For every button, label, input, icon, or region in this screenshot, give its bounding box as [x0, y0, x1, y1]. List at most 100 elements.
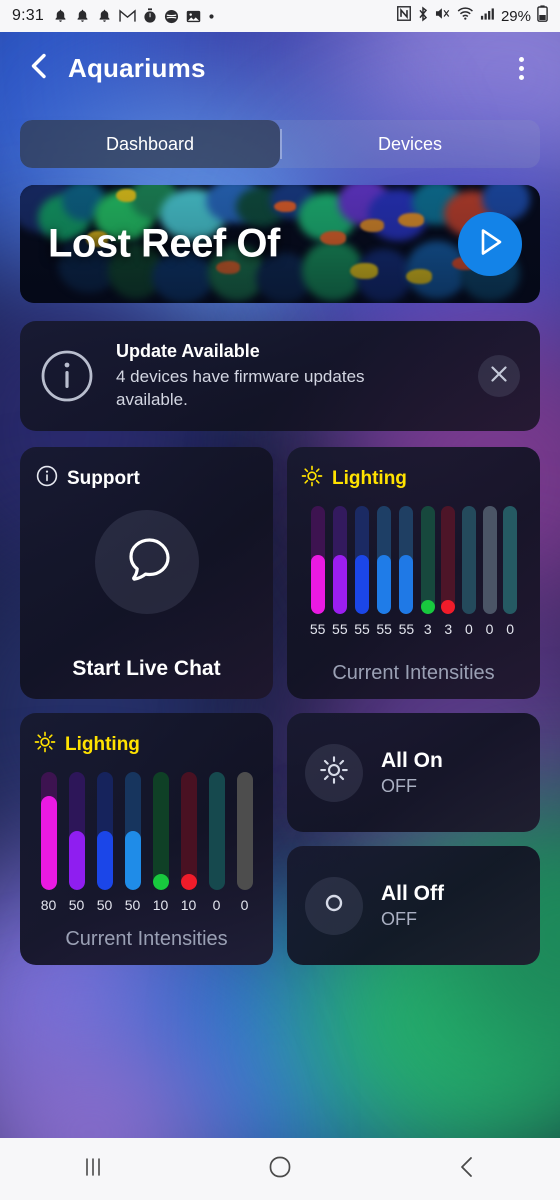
page-title: Aquariums [68, 52, 206, 83]
close-button[interactable] [478, 355, 520, 397]
all-off-card[interactable]: All Off OFF [287, 846, 540, 965]
intensity-track [236, 772, 253, 890]
lighting-card-top[interactable]: Lighting 55 55 55 55 55 3 3 0 0 0 Current Intensi… [287, 447, 540, 699]
all-off-text: All Off OFF [381, 882, 444, 930]
intensity-knob [209, 874, 225, 890]
home-button[interactable] [240, 1138, 320, 1200]
intensity-channel[interactable]: 55 [309, 506, 326, 637]
intensity-track [399, 506, 414, 614]
battery-icon [537, 5, 548, 27]
all-on-card[interactable]: All On OFF [287, 713, 540, 832]
intensity-channel[interactable]: 55 [332, 506, 348, 637]
bluetooth-icon [417, 5, 429, 27]
info-circle-icon [36, 465, 58, 492]
intensity-channel[interactable]: 0 [503, 506, 518, 637]
intensity-channel[interactable]: 55 [376, 506, 392, 637]
lighting-bottom-header: Lighting [34, 731, 140, 758]
intensity-fill [399, 554, 414, 614]
chevron-left-icon [456, 1155, 478, 1184]
recents-button[interactable] [53, 1138, 133, 1200]
intensity-channel[interactable]: 3 [441, 506, 456, 637]
lighting-bottom-title: Lighting [65, 733, 140, 755]
intensity-fill [332, 554, 347, 614]
intensity-value-label: 50 [124, 897, 141, 913]
lighting-top-title: Lighting [332, 467, 407, 489]
intensity-value-label: 55 [398, 621, 415, 637]
intensity-channel[interactable]: 0 [482, 506, 497, 637]
dashboard-grid: Support Start Live Chat Lighting 55 55 55 5… [20, 447, 540, 965]
bell-icon [97, 8, 112, 24]
intensity-channel[interactable]: 50 [124, 772, 141, 913]
system-nav-bar [0, 1138, 560, 1200]
intensity-fill [310, 554, 325, 614]
status-right-icons: 29% [397, 5, 548, 27]
intensity-value-label: 50 [68, 897, 85, 913]
hero-banner[interactable]: Lost Reef Of [20, 185, 540, 303]
start-live-chat-label: Start Live Chat [72, 657, 221, 680]
tab-devices[interactable]: Devices [280, 120, 540, 168]
intensity-fill [441, 600, 456, 614]
status-left-icons [53, 8, 215, 24]
intensity-track [441, 506, 456, 614]
intensity-track [420, 506, 435, 614]
bell-icon [75, 8, 90, 24]
recents-icon [80, 1156, 106, 1183]
status-bar: 9:31 29% [0, 0, 560, 32]
battery-percent-label: 29% [500, 7, 531, 25]
all-on-text: All On OFF [381, 749, 443, 797]
play-button[interactable] [458, 212, 522, 276]
overflow-menu-button[interactable] [504, 51, 538, 85]
intensity-track [68, 772, 85, 890]
intensity-track [208, 772, 225, 890]
play-icon [475, 226, 505, 263]
intensity-track [152, 772, 169, 890]
intensity-channel[interactable]: 10 [152, 772, 169, 913]
intensity-value-label: 0 [485, 621, 494, 637]
intensity-fill [40, 795, 57, 890]
intensity-track [96, 772, 113, 890]
intensity-fill [180, 874, 197, 890]
sun-icon [34, 731, 56, 758]
intensity-channel[interactable]: 0 [236, 772, 253, 913]
intensity-channel[interactable]: 55 [398, 506, 415, 637]
all-on-status: OFF [381, 775, 417, 796]
sun-icon [301, 465, 323, 492]
info-circle-icon [40, 349, 94, 403]
lighting-card-bottom[interactable]: Lighting 80 50 50 50 10 10 0 0 Current Intensit… [20, 713, 273, 965]
image-icon [186, 9, 201, 24]
power-icon-circle [305, 876, 363, 935]
intensity-fill [152, 874, 169, 890]
intensity-channel[interactable]: 50 [96, 772, 113, 913]
lighting-top-caption: Current Intensities [332, 662, 495, 684]
intensity-channel[interactable]: 0 [461, 506, 476, 637]
intensity-value-label: 55 [309, 621, 326, 637]
all-off-title: All Off [381, 881, 444, 905]
all-on-title: All On [381, 748, 443, 772]
intensity-value-label: 50 [96, 897, 113, 913]
intensity-value-label: 80 [40, 897, 57, 913]
intensity-value-label: 55 [354, 621, 370, 637]
chat-icon-circle [94, 510, 199, 614]
nav-back-button[interactable] [427, 1138, 507, 1200]
hero-title: Lost Reef Of [48, 221, 280, 266]
intensity-channel[interactable]: 0 [208, 772, 225, 913]
intensity-channel[interactable]: 10 [180, 772, 197, 913]
intensity-knob [462, 600, 476, 614]
intensity-knob [503, 600, 517, 614]
action-card-group: All On OFF All Off OFF [287, 713, 540, 965]
update-body: 4 devices have firmware updates availabl… [116, 367, 365, 409]
intensity-channel[interactable]: 3 [420, 506, 435, 637]
intensity-track [503, 506, 518, 614]
support-card[interactable]: Support Start Live Chat [20, 447, 273, 699]
tab-dashboard[interactable]: Dashboard [20, 120, 280, 168]
intensity-channel[interactable]: 55 [354, 506, 370, 637]
more-vertical-icon [518, 74, 524, 80]
intensity-value-label: 55 [376, 621, 392, 637]
app-content: Aquariums Dashboard Devices Lost Reef Of… [0, 32, 560, 1138]
intensity-channel[interactable]: 80 [40, 772, 57, 913]
back-button[interactable] [22, 51, 56, 85]
update-available-card[interactable]: Update Available 4 devices have firmware… [20, 321, 540, 431]
intensity-fill [420, 600, 435, 614]
intensity-channel[interactable]: 50 [68, 772, 85, 913]
close-icon [489, 364, 509, 389]
